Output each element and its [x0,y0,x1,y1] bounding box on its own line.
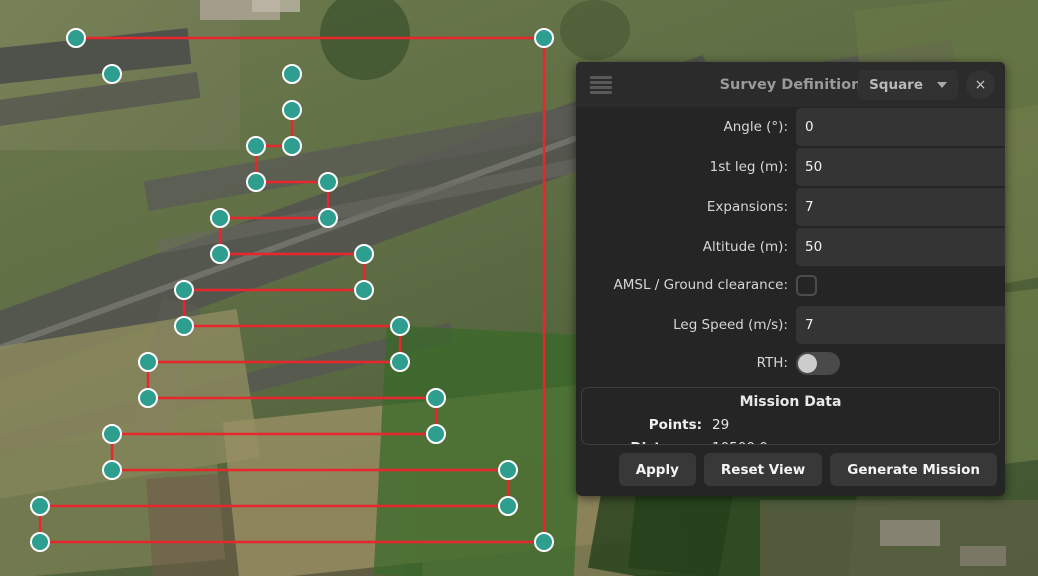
generate-mission-button[interactable]: Generate Mission [830,453,997,486]
survey-form: Angle (°): 1st leg (m): Expansions: Altitud… [576,107,1005,382]
waypoint-marker[interactable] [354,244,374,264]
hamburger-icon[interactable] [590,76,612,94]
waypoint-marker[interactable] [66,28,86,48]
waypoint-marker[interactable] [246,172,266,192]
waypoint-marker[interactable] [30,496,50,516]
expansions-field [796,188,1005,226]
waypoint-marker[interactable] [138,388,158,408]
mission-data-row: Distance:10500.0m [582,436,999,445]
waypoint-marker[interactable] [426,424,446,444]
waypoint-marker[interactable] [102,424,122,444]
waypoint-marker[interactable] [102,64,122,84]
shape-select[interactable]: Square [858,70,958,100]
mission-data-title: Mission Data [582,394,999,410]
amsl-ground-clearance-checkbox[interactable] [796,275,817,296]
waypoint-marker[interactable] [534,28,554,48]
panel-header: Survey Definition Square × [576,62,1005,107]
expansions-input[interactable] [796,188,1005,226]
waypoint-marker[interactable] [174,280,194,300]
first-leg-input[interactable] [796,148,1005,186]
waypoint-marker[interactable] [318,172,338,192]
waypoint-marker[interactable] [282,100,302,120]
waypoint-marker[interactable] [498,460,518,480]
mission-data-row: Points:29 [582,413,999,436]
close-icon[interactable]: × [966,70,995,99]
waypoint-marker[interactable] [210,208,230,228]
first-leg-field [796,148,1005,186]
altitude-field [796,228,1005,266]
waypoint-marker[interactable] [246,136,266,156]
angle-field [796,108,1005,146]
altitude-label: Altitude (m): [576,239,796,255]
rth-label: RTH: [576,355,796,371]
leg-speed-label: Leg Speed (m/s): [576,317,796,333]
chevron-down-icon [937,82,947,88]
angle-input[interactable] [796,108,1005,146]
mission-data-key: Points: [582,417,712,433]
waypoint-marker[interactable] [426,388,446,408]
waypoint-marker[interactable] [534,532,554,552]
waypoint-marker[interactable] [282,64,302,84]
form-row-leg-speed: Leg Speed (m/s): [576,306,1005,344]
form-row-first-leg: 1st leg (m): [576,148,1005,186]
panel-action-buttons: ApplyReset ViewGenerate Mission [576,445,1005,496]
amsl-ground-clearance-field [796,266,1005,304]
waypoint-marker[interactable] [282,136,302,156]
mission-data-value: 29 [712,417,729,433]
rth-toggle-knob [798,354,817,373]
reset-view-button[interactable]: Reset View [704,453,822,486]
shape-select-value: Square [869,77,923,93]
survey-planner-app: Survey Definition Square × Angle (°): 1st… [0,0,1038,576]
leg-speed-input[interactable] [796,306,1005,344]
form-row-altitude: Altitude (m): [576,228,1005,266]
expansions-label: Expansions: [576,199,796,215]
apply-button[interactable]: Apply [619,453,696,486]
altitude-input[interactable] [796,228,1005,266]
waypoint-marker[interactable] [138,352,158,372]
leg-speed-field [796,306,1005,344]
form-row-angle: Angle (°): [576,108,1005,146]
form-row-expansions: Expansions: [576,188,1005,226]
waypoint-marker[interactable] [174,316,194,336]
first-leg-label: 1st leg (m): [576,159,796,175]
waypoint-marker[interactable] [30,532,50,552]
amsl-ground-clearance-label: AMSL / Ground clearance: [576,277,796,293]
waypoint-marker[interactable] [354,280,374,300]
waypoint-marker[interactable] [390,352,410,372]
waypoint-marker[interactable] [318,208,338,228]
waypoint-marker[interactable] [390,316,410,336]
form-row-rth: RTH: [576,344,1005,382]
waypoint-marker[interactable] [498,496,518,516]
mission-data-box: Mission Data Points:29Distance:10500.0mF… [581,387,1000,445]
survey-definition-panel: Survey Definition Square × Angle (°): 1st… [576,62,1005,496]
angle-label: Angle (°): [576,119,796,135]
rth-toggle[interactable] [796,352,840,375]
waypoint-marker[interactable] [210,244,230,264]
waypoint-marker[interactable] [102,460,122,480]
rth-field [796,344,1005,382]
form-row-amsl-ground-clearance: AMSL / Ground clearance: [576,266,1005,304]
